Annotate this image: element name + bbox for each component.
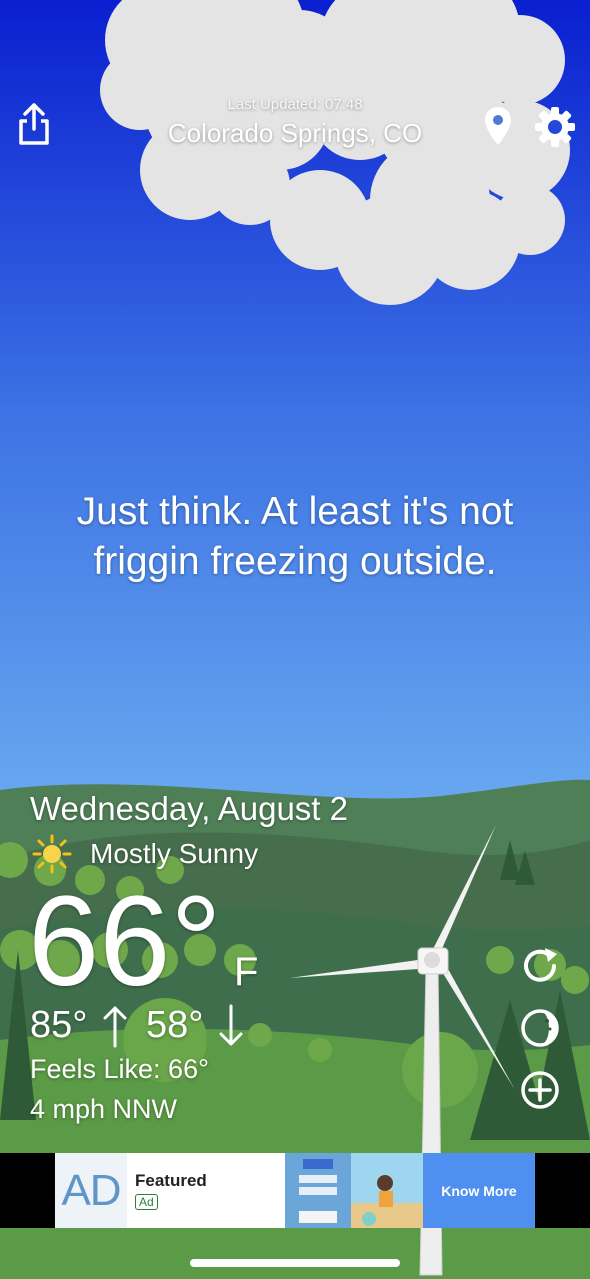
theme-icon <box>521 1009 559 1047</box>
theme-button[interactable] <box>516 1004 564 1052</box>
low-temperature: 58° <box>146 1004 204 1046</box>
ad-banner: AD Featured Ad Know More <box>0 1153 590 1228</box>
feels-like: Feels Like: 66° <box>30 1054 209 1084</box>
current-date: Wednesday, August 2 <box>30 790 348 827</box>
ad-logo: AD <box>55 1153 127 1228</box>
ad-cta-button[interactable]: Know More <box>423 1153 535 1228</box>
gear-icon <box>535 107 575 147</box>
ad-badge: Ad <box>135 1194 158 1210</box>
weather-scene <box>0 0 590 1279</box>
current-temperature: 66° <box>28 870 222 1013</box>
forecast-message-line2: friggin freezing outside. <box>93 540 497 583</box>
arrow-up-icon <box>102 1004 128 1053</box>
temperature-unit: F <box>234 950 259 994</box>
home-indicator[interactable] <box>190 1259 400 1267</box>
high-temperature: 85° <box>30 1004 88 1046</box>
refresh-button[interactable] <box>516 942 564 990</box>
forecast-message-line1: Just think. At least it's not <box>76 490 514 533</box>
location-pin-icon <box>485 107 511 145</box>
add-icon <box>521 1071 559 1109</box>
add-location-button[interactable] <box>516 1066 564 1114</box>
arrow-down-icon <box>218 1004 244 1053</box>
refresh-icon <box>524 948 557 982</box>
location-button[interactable] <box>478 104 518 148</box>
sun-icon <box>32 834 72 874</box>
ad-title: Featured <box>135 1171 207 1190</box>
settings-button[interactable] <box>530 102 580 152</box>
ad-image <box>285 1153 423 1228</box>
ad-card[interactable]: AD Featured Ad Know More <box>55 1153 535 1228</box>
condition-label: Mostly Sunny <box>90 838 259 869</box>
wind-speed: 4 mph NNW <box>30 1094 178 1124</box>
